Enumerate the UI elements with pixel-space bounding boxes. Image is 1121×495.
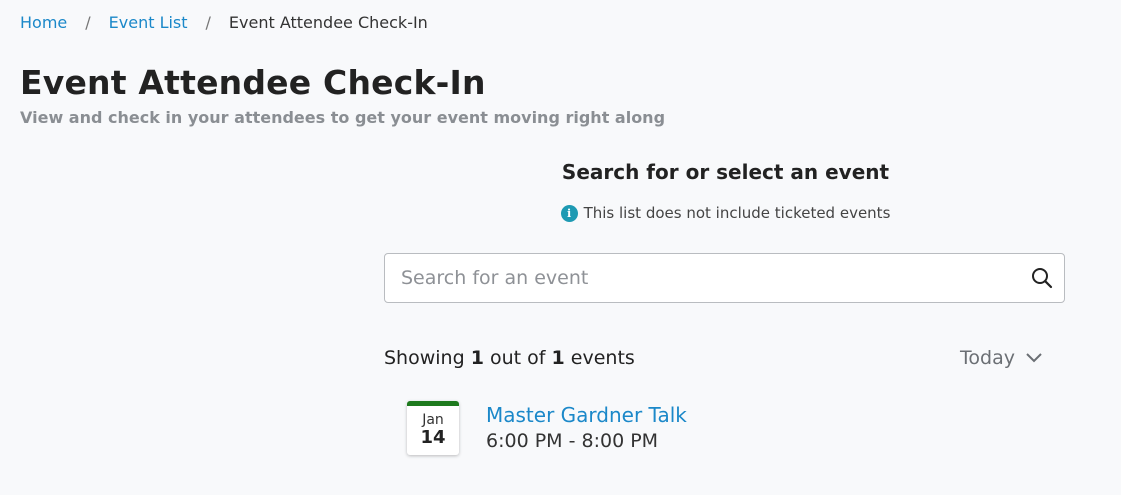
results-bar: Showing 1 out of 1 events Today <box>384 345 1065 371</box>
ticketed-events-notice: i This list does not include ticketed ev… <box>384 204 1067 222</box>
event-title-link[interactable]: Master Gardner Talk <box>486 402 687 428</box>
event-details: Master Gardner Talk 6:00 PM - 8:00 PM <box>486 402 687 454</box>
calendar-date-icon: Jan 14 <box>407 401 459 455</box>
panel-heading: Search for or select an event <box>561 160 890 184</box>
results-shown: 1 <box>470 347 484 369</box>
results-middle: out of <box>489 347 546 369</box>
event-list-item[interactable]: Jan 14 Master Gardner Talk 6:00 PM - 8:0… <box>407 401 687 455</box>
search-input[interactable] <box>385 254 1031 302</box>
event-month: Jan <box>422 412 444 428</box>
search-box <box>384 253 1065 303</box>
event-day: 14 <box>420 427 446 448</box>
results-count: Showing 1 out of 1 events <box>384 347 635 369</box>
results-prefix: Showing <box>384 347 465 369</box>
chevron-down-icon <box>1025 352 1043 364</box>
page-subtitle: View and check in your attendees to get … <box>20 108 666 127</box>
breadcrumb-separator: / <box>85 13 91 32</box>
date-filter-dropdown[interactable]: Today <box>960 347 1043 369</box>
breadcrumb-current: Event Attendee Check-In <box>228 13 428 32</box>
event-time: 6:00 PM - 8:00 PM <box>486 430 659 452</box>
breadcrumb-event-list-link[interactable]: Event List <box>109 13 188 32</box>
breadcrumb-home-link[interactable]: Home <box>20 13 67 32</box>
date-filter-label: Today <box>960 347 1015 369</box>
breadcrumb: Home / Event List / Event Attendee Check… <box>20 13 428 32</box>
event-select-panel: Search for or select an event i This lis… <box>384 155 1067 455</box>
search-icon[interactable] <box>1031 267 1053 289</box>
breadcrumb-separator: / <box>205 13 211 32</box>
notice-text: This list does not include ticketed even… <box>583 204 891 222</box>
results-total: 1 <box>551 347 565 369</box>
page-title: Event Attendee Check-In <box>20 63 486 102</box>
results-suffix: events <box>570 347 635 369</box>
info-icon: i <box>560 204 578 222</box>
